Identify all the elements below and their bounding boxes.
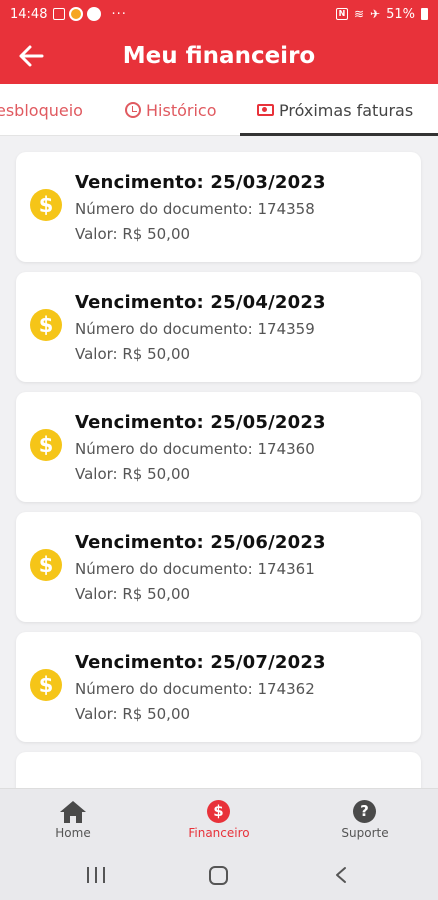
- airplane-icon: ✈: [370, 7, 381, 21]
- battery-icon: [421, 8, 428, 20]
- status-time: 14:48: [10, 6, 48, 22]
- invoice-card[interactable]: $ Vencimento: 25/06/2023 Número do docum…: [16, 512, 421, 622]
- help-icon: ?: [353, 800, 376, 823]
- invoice-card[interactable]: $ Vencimento: 25/03/2023 Número do docum…: [16, 152, 421, 262]
- coin-icon: $: [30, 669, 62, 701]
- clock-icon: [125, 102, 141, 118]
- invoice-due-date: Vencimento: 25/06/2023: [75, 532, 326, 553]
- nav-label: Home: [55, 826, 91, 840]
- invoice-document-number: Número do documento: 174362: [75, 680, 315, 698]
- app-bar: Meu financeiro: [0, 28, 438, 84]
- nav-suporte[interactable]: ? Suporte: [292, 789, 438, 849]
- arrow-left-icon[interactable]: [18, 44, 44, 68]
- invoice-card[interactable]: $ Vencimento: 25/04/2023 Número do docum…: [16, 272, 421, 382]
- tab-bar: esbloqueio Histórico Próximas faturas: [0, 84, 438, 136]
- back-icon[interactable]: [334, 866, 348, 884]
- bill-icon: [257, 104, 274, 116]
- system-navigation-bar: [0, 848, 438, 900]
- recent-apps-icon[interactable]: [87, 867, 105, 883]
- page-title: Meu financeiro: [122, 43, 316, 69]
- system-icons: N ≋ ✈ 51%: [335, 6, 428, 22]
- app-notification-icon: [69, 7, 84, 21]
- home-icon: [60, 801, 86, 823]
- coin-icon: $: [30, 549, 62, 581]
- home-button-icon[interactable]: [209, 866, 228, 885]
- invoice-value: Valor: R$ 50,00: [75, 225, 191, 243]
- nav-label: Suporte: [341, 826, 389, 840]
- nav-label: Financeiro: [188, 826, 250, 840]
- coin-icon: $: [30, 429, 62, 461]
- status-bar: 14:48 ··· N ≋ ✈ 51%: [0, 0, 438, 28]
- invoice-value: Valor: R$ 50,00: [75, 465, 191, 483]
- invoice-list[interactable]: $ Vencimento: 25/03/2023 Número do docum…: [0, 136, 438, 788]
- bottom-navigation: Home $ Financeiro ? Suporte: [0, 788, 438, 848]
- nav-home[interactable]: Home: [0, 789, 146, 849]
- tab-label: Histórico: [146, 100, 217, 120]
- notification-icons: ···: [53, 7, 126, 22]
- invoice-due-date: Vencimento: 25/03/2023: [75, 172, 326, 193]
- wifi-icon: ≋: [353, 7, 365, 21]
- invoice-card[interactable]: $ Vencimento: 25/05/2023 Número do docum…: [16, 392, 421, 502]
- nfc-icon: N: [335, 8, 348, 20]
- invoice-document-number: Número do documento: 174358: [75, 200, 315, 218]
- invoice-value: Valor: R$ 50,00: [75, 705, 191, 723]
- tab-label: Próximas faturas: [279, 100, 414, 120]
- invoice-due-date: Vencimento: 25/05/2023: [75, 412, 326, 433]
- dollar-icon: $: [207, 800, 230, 823]
- invoice-value: Valor: R$ 50,00: [75, 345, 191, 363]
- tab-historico[interactable]: Histórico: [125, 84, 216, 136]
- whatsapp-icon: [87, 7, 102, 21]
- coin-icon: $: [30, 189, 62, 221]
- invoice-value: Valor: R$ 50,00: [75, 585, 191, 603]
- tab-label: esbloqueio: [0, 100, 83, 120]
- invoice-card[interactable]: $ Vencimento: 25/07/2023 Número do docum…: [16, 632, 421, 742]
- invoice-due-date: Vencimento: 25/04/2023: [75, 292, 326, 313]
- nav-financeiro[interactable]: $ Financeiro: [146, 789, 292, 849]
- more-notifications-icon: ···: [111, 6, 127, 22]
- invoice-document-number: Número do documento: 174361: [75, 560, 315, 578]
- tab-desbloqueio[interactable]: esbloqueio: [0, 84, 83, 136]
- app-notification-icon: [53, 8, 66, 20]
- invoice-card-partial[interactable]: [16, 752, 421, 788]
- invoice-document-number: Número do documento: 174359: [75, 320, 315, 338]
- coin-icon: $: [30, 309, 62, 341]
- invoice-due-date: Vencimento: 25/07/2023: [75, 652, 326, 673]
- battery-percent: 51%: [386, 6, 415, 22]
- tab-proximas-faturas[interactable]: Próximas faturas: [257, 84, 413, 136]
- invoice-document-number: Número do documento: 174360: [75, 440, 315, 458]
